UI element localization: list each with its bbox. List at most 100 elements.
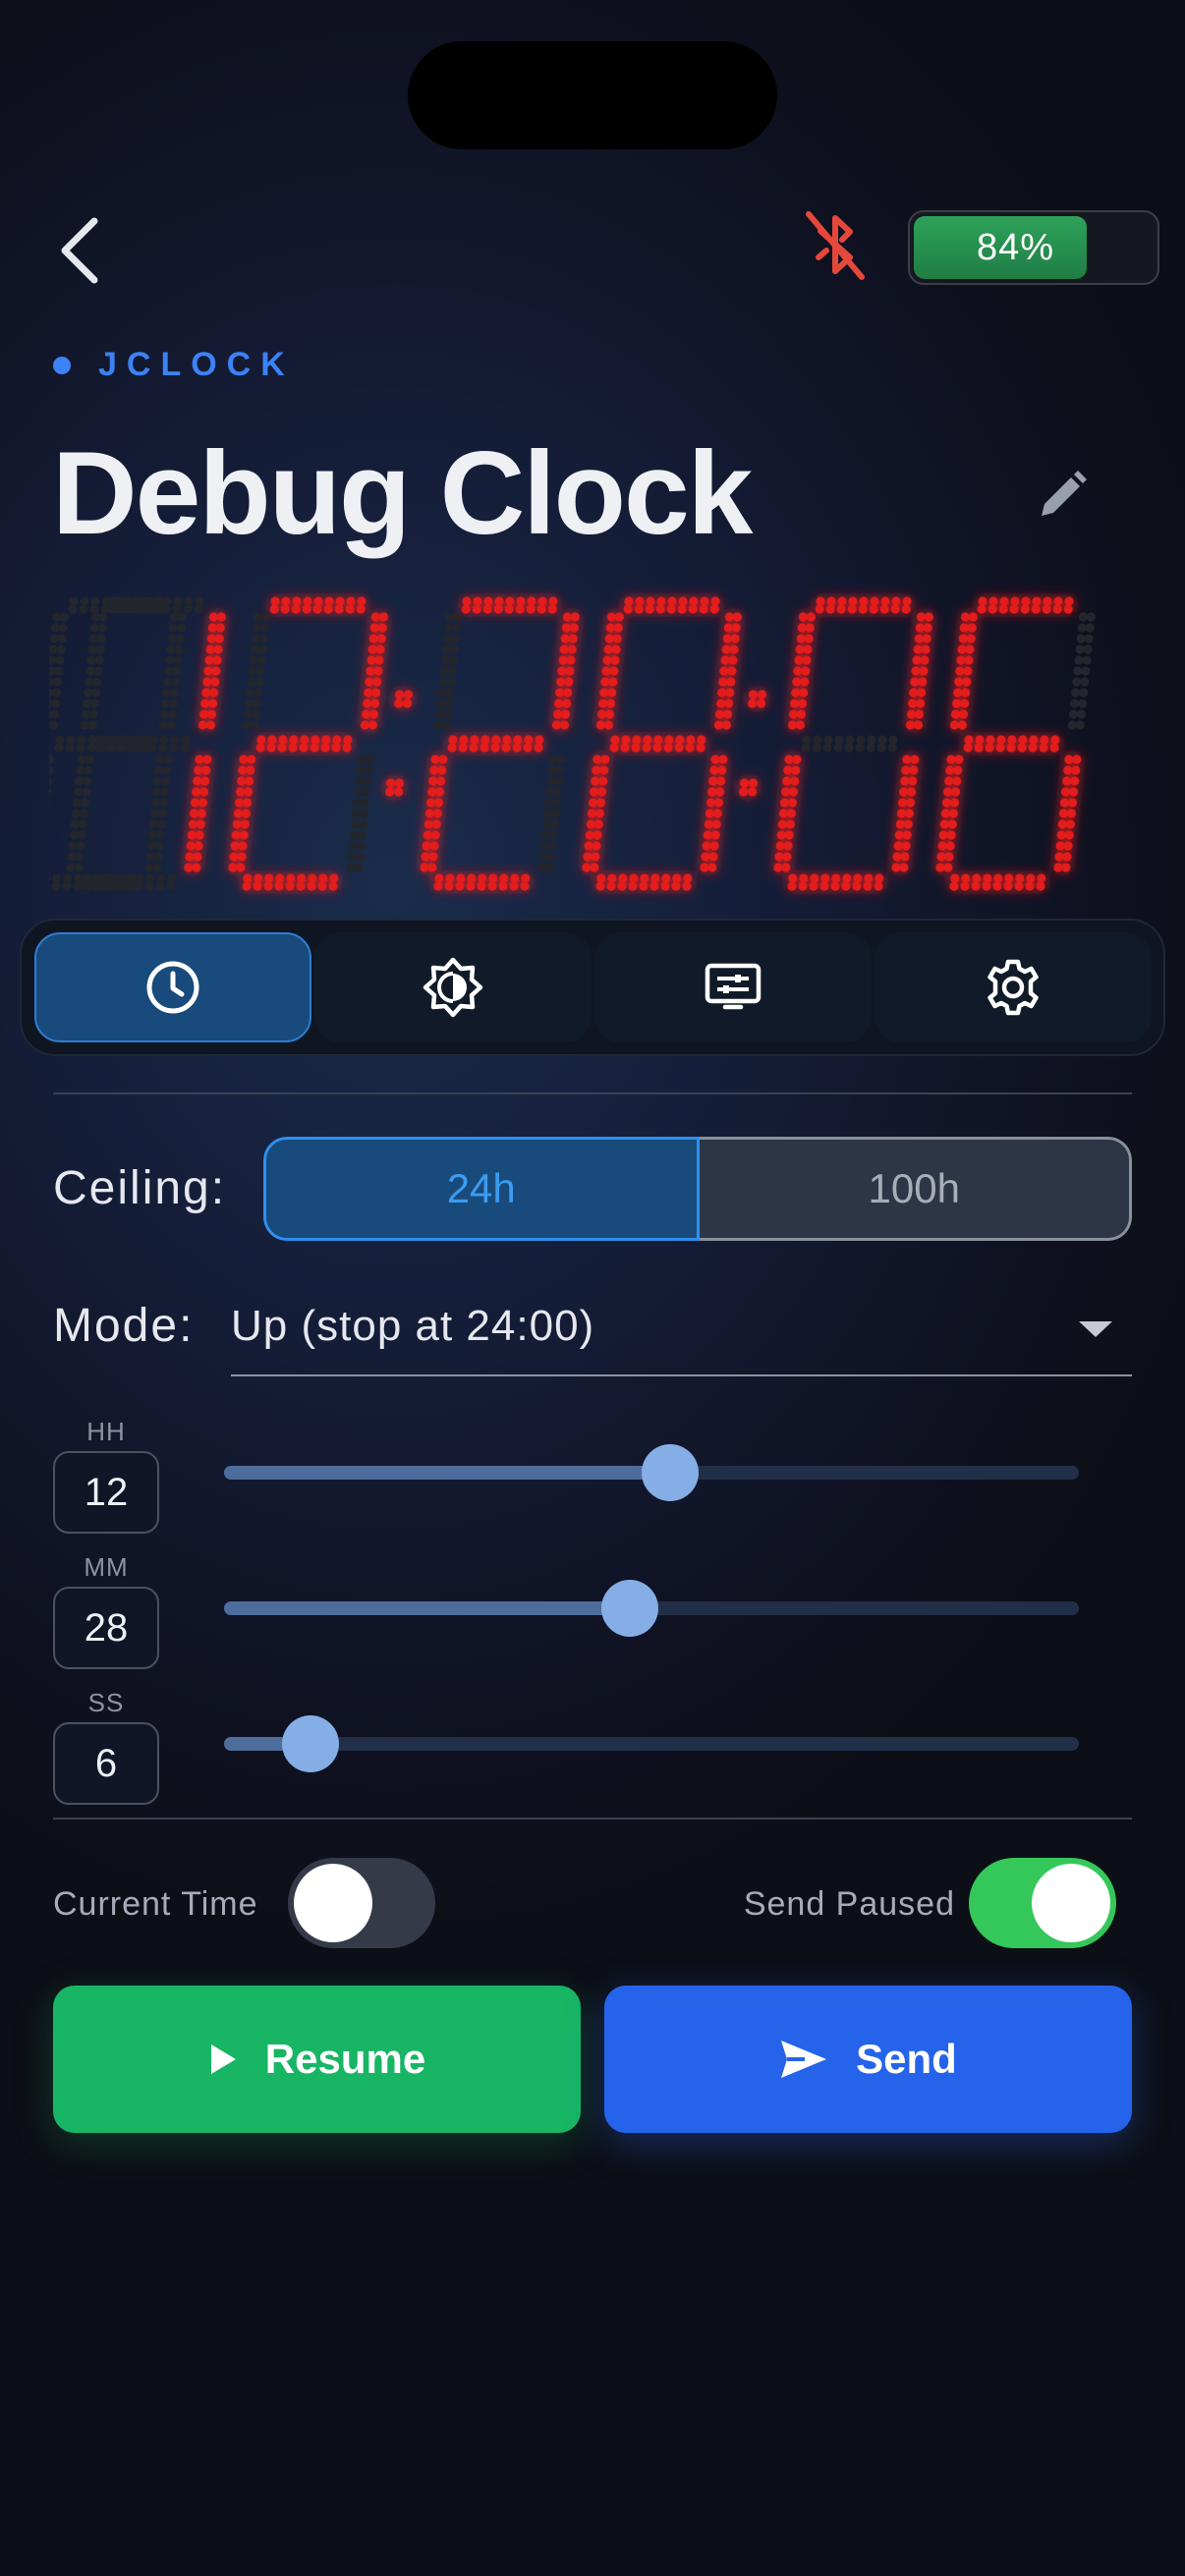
led-dot-off (151, 596, 161, 606)
minutes-slider[interactable] (224, 1580, 1079, 1637)
led-dot-lit (912, 655, 922, 665)
led-dot-off (70, 819, 80, 829)
led-dot-lit (795, 644, 805, 654)
led-dot-off (172, 604, 182, 614)
send-paused-toggle[interactable] (969, 1858, 1116, 1948)
current-time-toggle[interactable] (288, 1858, 435, 1948)
led-dot-lit (894, 830, 904, 840)
led-dot-lit (1020, 604, 1030, 614)
led-dot-off (1083, 644, 1093, 654)
ceiling-option-100h[interactable]: 100h (699, 1137, 1132, 1241)
led-dot-lit (346, 596, 356, 606)
back-button[interactable] (47, 206, 116, 295)
led-dot-lit (914, 709, 925, 719)
led-dot-lit (592, 755, 602, 764)
led-dot-lit (536, 604, 546, 614)
send-button[interactable]: Send (604, 1986, 1132, 2133)
led-dot-off (161, 699, 171, 708)
hours-slider-thumb[interactable] (641, 1444, 699, 1501)
minutes-slider-thumb[interactable] (600, 1580, 658, 1637)
led-clock-display (49, 596, 1096, 891)
led-dot-lit (794, 655, 804, 665)
led-dot-lit (837, 596, 847, 606)
led-dot-lit (478, 873, 487, 883)
led-dot-lit (237, 776, 247, 786)
led-dot-off (80, 798, 90, 808)
led-dot-off (88, 634, 98, 644)
led-dot-off (91, 688, 101, 698)
led-dot-lit (1063, 841, 1073, 851)
led-dot-lit (697, 735, 706, 745)
bluetooth-off-icon[interactable] (801, 206, 870, 285)
led-dot-lit (799, 873, 809, 883)
led-dot-lit (652, 743, 662, 753)
led-dot-lit (1069, 787, 1079, 797)
led-dot-lit (432, 809, 442, 818)
tab-display[interactable] (594, 932, 872, 1042)
led-dot-off (554, 776, 564, 786)
led-dot-lit (685, 743, 695, 753)
led-dot-lit (609, 666, 619, 676)
led-dot-off (55, 735, 65, 745)
led-dot-lit (716, 699, 726, 708)
seconds-slider[interactable] (224, 1715, 1079, 1772)
led-dot-off (49, 776, 53, 786)
led-dot-lit (535, 735, 544, 745)
led-dot-lit (1071, 765, 1081, 775)
led-dot-lit (962, 677, 972, 687)
led-dot-off (134, 881, 143, 891)
led-dot-off (86, 655, 96, 665)
led-dot-lit (605, 623, 615, 633)
led-dot-off (438, 677, 448, 687)
led-dot-lit (996, 735, 1006, 745)
led-dot-lit (791, 765, 801, 775)
edit-name-button[interactable] (1032, 467, 1091, 526)
led-dot-lit (904, 809, 915, 818)
led-dot-lit (722, 709, 733, 719)
led-dot-off (98, 612, 108, 622)
resume-button[interactable]: Resume (53, 1986, 581, 2133)
hours-slider[interactable] (224, 1444, 1079, 1501)
led-dot-lit (198, 798, 208, 808)
led-dot-lit (270, 596, 280, 606)
led-dot-lit (650, 873, 660, 883)
seconds-field[interactable]: 6 (53, 1722, 159, 1805)
led-dot-lit (639, 881, 649, 891)
led-dot-lit (317, 881, 327, 891)
led-dot-off (163, 755, 173, 764)
ceiling-option-24h[interactable]: 24h (263, 1137, 700, 1241)
tab-clock[interactable] (34, 932, 311, 1042)
led-dot-lit (566, 655, 576, 665)
led-dot-lit (232, 819, 242, 829)
hours-field[interactable]: 12 (53, 1451, 159, 1534)
tab-brightness[interactable] (314, 932, 592, 1042)
led-dot-off (84, 688, 93, 698)
led-dot-lit (664, 735, 674, 745)
led-dot-lit (296, 881, 306, 891)
led-dot-lit (357, 596, 367, 606)
led-dot-lit (491, 735, 501, 745)
mode-dropdown[interactable]: Up (stop at 24:00) (231, 1292, 1132, 1376)
led-dot-lit (623, 604, 633, 614)
led-dot-lit (215, 623, 225, 633)
led-dot-lit (950, 873, 960, 883)
led-dot-lit (895, 819, 905, 829)
led-dot-lit (719, 666, 729, 676)
led-dot-off (176, 623, 186, 633)
led-dot-lit (1067, 798, 1078, 808)
led-dot-off (1076, 634, 1086, 644)
led-dot-lit (901, 604, 911, 614)
led-dot-lit (569, 623, 579, 633)
led-dot-lit (256, 735, 266, 745)
led-dot-off (254, 688, 263, 698)
led-dot-off (539, 841, 549, 851)
led-dot-lit (792, 677, 802, 687)
led-dot-lit (748, 778, 759, 788)
led-dot-lit (721, 720, 732, 730)
minutes-field[interactable]: 28 (53, 1587, 159, 1669)
led-dot-off (449, 644, 459, 654)
tab-settings[interactable] (875, 932, 1152, 1042)
seconds-slider-thumb[interactable] (282, 1715, 340, 1772)
led-dot-lit (195, 830, 204, 840)
led-dot-lit (999, 596, 1009, 606)
